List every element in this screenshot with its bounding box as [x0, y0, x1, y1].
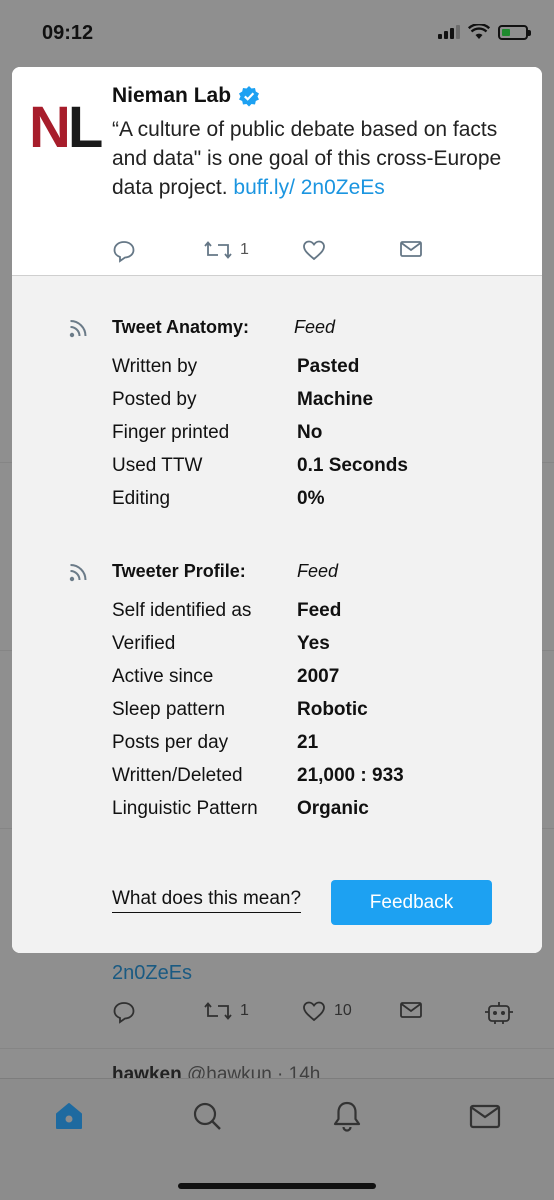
- retweet-count: 1: [240, 1002, 249, 1019]
- status-icons: [438, 24, 531, 40]
- profile-row-value: Yes: [297, 633, 330, 654]
- retweet-button[interactable]: 1: [204, 1000, 249, 1022]
- profile-row-value: 21: [297, 732, 319, 753]
- dm-button[interactable]: [399, 239, 423, 259]
- anatomy-row-label: Finger printed: [112, 422, 230, 443]
- next-tweet-username: hawken: [112, 1064, 182, 1078]
- next-tweet-handle: @hawkun · 14h: [186, 1064, 321, 1078]
- anatomy-row-value: No: [297, 422, 323, 443]
- like-button[interactable]: [302, 239, 326, 261]
- what-does-this-mean-link[interactable]: What does this mean?: [112, 888, 302, 913]
- tab-bar: [0, 1078, 554, 1200]
- anatomy-row-value: Pasted: [297, 356, 360, 377]
- profile-value: Feed: [297, 561, 339, 581]
- profile-title: Tweeter Profile:: [112, 561, 246, 581]
- profile-row-label: Posts per day: [112, 732, 229, 753]
- timeline-divider: [0, 1048, 554, 1049]
- reply-icon: [113, 241, 135, 263]
- reply-button[interactable]: [112, 1000, 136, 1024]
- feedback-button[interactable]: Feedback: [331, 880, 492, 925]
- anatomy-value: Feed: [294, 317, 336, 337]
- mail-icon: [400, 1002, 422, 1018]
- retweet-icon: [204, 241, 232, 259]
- dm-button[interactable]: [399, 1000, 423, 1020]
- profile-row-label: Sleep pattern: [112, 699, 226, 720]
- profile-row-label: Verified: [112, 633, 176, 654]
- retweet-icon: [204, 1002, 232, 1020]
- profile-row-label: Linguistic Pattern: [112, 798, 258, 819]
- author-name: Nieman Lab: [112, 84, 232, 107]
- robot-icon: [485, 1002, 513, 1024]
- anatomy-row-value: 0.1 Seconds: [297, 455, 408, 476]
- anatomy-row-value: 0%: [297, 488, 325, 509]
- messages-mail-icon[interactable]: [468, 1099, 502, 1133]
- profile-row-label: Active since: [112, 666, 214, 687]
- status-bar: 09:12: [0, 0, 554, 64]
- home-icon[interactable]: [52, 1099, 86, 1133]
- profile-row-label: Written/Deleted: [112, 765, 243, 786]
- heart-icon: [303, 1001, 325, 1022]
- like-button[interactable]: 10: [302, 1000, 352, 1022]
- bot-analysis-popup: NL Nieman Lab “A culture of public debat…: [12, 67, 542, 953]
- profile-row-value: Robotic: [297, 699, 368, 720]
- clock: 09:12: [42, 22, 94, 44]
- nieman-lab-logo: NL: [29, 95, 103, 160]
- tweet-author[interactable]: Nieman Lab: [112, 84, 260, 108]
- mail-icon: [400, 241, 422, 257]
- verified-badge-icon: [239, 86, 260, 107]
- rss-feed-icon: [69, 564, 87, 582]
- rss-feed-icon: [69, 320, 87, 338]
- bot-detector-button[interactable]: [484, 1000, 514, 1026]
- signal-icon: [438, 25, 460, 39]
- anatomy-header: [68, 317, 90, 339]
- notifications-bell-icon[interactable]: [330, 1099, 364, 1133]
- analysis-panel: Tweet Anatomy: Feed Written by Pasted Po…: [12, 276, 542, 953]
- battery-icon: [498, 24, 531, 40]
- profile-row-value: 21,000 : 933: [297, 765, 404, 786]
- heart-icon: [303, 240, 325, 261]
- retweet-count: 1: [240, 241, 249, 258]
- reply-button[interactable]: [112, 239, 136, 263]
- wifi-icon: [468, 24, 490, 39]
- anatomy-row-label: Used TTW: [112, 455, 203, 476]
- home-indicator[interactable]: [178, 1183, 376, 1189]
- anatomy-row-value: Machine: [297, 389, 374, 410]
- profile-row-value: 2007: [297, 666, 340, 687]
- retweet-button[interactable]: 1: [204, 239, 249, 261]
- like-count: 10: [334, 1002, 352, 1019]
- background-tweet-actions: 1 10: [112, 1000, 532, 1036]
- anatomy-row-label: Editing: [112, 488, 171, 509]
- tweet-link[interactable]: buff.ly/ 2n0ZeEs: [233, 176, 384, 199]
- profile-row-value: Feed: [297, 600, 342, 621]
- tweet-preview[interactable]: NL Nieman Lab “A culture of public debat…: [12, 67, 542, 276]
- anatomy-row-label: Written by: [112, 356, 198, 377]
- profile-row-label: Self identified as: [112, 600, 252, 621]
- tweet-actions: 1: [112, 239, 442, 263]
- search-icon[interactable]: [190, 1099, 224, 1133]
- tweet-body: “A culture of public debate based on fac…: [112, 115, 522, 202]
- background-next-tweet-header[interactable]: hawken @hawkun · 14h: [112, 1064, 432, 1078]
- anatomy-title: Tweet Anatomy:: [112, 317, 250, 337]
- profile-row-value: Organic: [297, 798, 369, 819]
- background-tweet-link[interactable]: 2n0ZeEs: [112, 962, 192, 985]
- anatomy-row-label: Posted by: [112, 389, 197, 410]
- profile-header: [68, 561, 90, 583]
- reply-icon: [113, 1002, 135, 1024]
